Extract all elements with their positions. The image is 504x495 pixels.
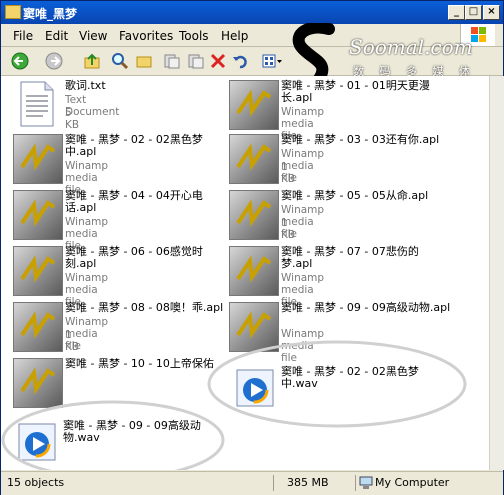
- delete-icon: [210, 53, 226, 69]
- search-icon: [112, 53, 129, 70]
- forward-arrow-icon: [45, 52, 63, 70]
- up-folder-button[interactable]: [81, 51, 103, 71]
- status-divider: [273, 475, 274, 491]
- status-divider: [355, 475, 356, 491]
- views-button[interactable]: [259, 51, 285, 71]
- menu-help[interactable]: Help: [221, 29, 248, 43]
- close-button[interactable]: ×: [483, 5, 500, 20]
- menu-tools[interactable]: Tools: [179, 29, 209, 43]
- back-arrow-icon: [11, 52, 29, 70]
- status-object-count: 15 objects: [7, 476, 65, 489]
- delete-button[interactable]: [207, 51, 229, 71]
- explorer-window: 窦唯_黑梦 _ □ × File Edit View Favorites Too…: [0, 0, 504, 495]
- folders-button[interactable]: [133, 51, 155, 71]
- menu-edit[interactable]: Edit: [45, 29, 68, 43]
- undo-button[interactable]: [229, 51, 251, 71]
- menu-file[interactable]: File: [13, 29, 33, 43]
- up-arrow-icon: [84, 53, 100, 69]
- vertical-scrollbar[interactable]: [489, 76, 504, 470]
- move-to-button[interactable]: [161, 51, 183, 71]
- my-computer-icon: [359, 476, 373, 489]
- file-list: 歌词.txt Text Document 5 KB 窦唯 - 黑梦 - 01 -…: [1, 76, 489, 470]
- copy-to-button[interactable]: [185, 51, 207, 71]
- search-button[interactable]: [109, 51, 131, 71]
- title-bar[interactable]: 窦唯_黑梦 _ □ ×: [1, 1, 503, 24]
- highlight-circles: [1, 340, 467, 470]
- move-to-icon: [164, 54, 180, 69]
- status-bar: 15 objects 385 MB My Computer: [1, 471, 503, 495]
- minimize-button[interactable]: _: [448, 5, 465, 20]
- folders-icon: [136, 56, 152, 68]
- forward-button[interactable]: [41, 51, 67, 71]
- copy-to-icon: [188, 54, 204, 69]
- logo-brand: Soomal.com: [349, 35, 473, 59]
- folder-icon: [5, 5, 21, 19]
- status-location: My Computer: [375, 476, 450, 489]
- window-title: 窦唯_黑梦: [23, 7, 78, 21]
- menu-view[interactable]: View: [79, 29, 107, 43]
- maximize-button[interactable]: □: [465, 5, 482, 20]
- undo-icon: [233, 55, 247, 69]
- back-button[interactable]: [7, 51, 33, 71]
- menu-favorites[interactable]: Favorites: [119, 29, 173, 43]
- status-size: 385 MB: [287, 476, 329, 489]
- views-icon: [262, 54, 282, 68]
